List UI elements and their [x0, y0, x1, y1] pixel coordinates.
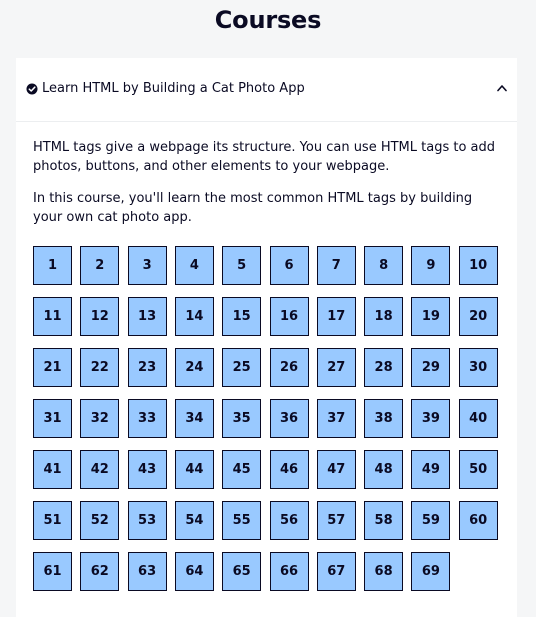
step-button[interactable]: 7 [316, 246, 356, 285]
step-button[interactable]: 30 [458, 348, 498, 387]
course-description-intro: HTML tags give a webpage its structure. … [33, 140, 496, 174]
step-button[interactable]: 63 [127, 552, 167, 591]
step-button[interactable]: 23 [127, 348, 167, 387]
step-button[interactable]: 15 [222, 297, 262, 336]
step-button[interactable]: 58 [364, 501, 404, 540]
step-button[interactable]: 3 [127, 246, 167, 285]
step-button[interactable]: 42 [80, 450, 120, 489]
step-button[interactable]: 49 [411, 450, 451, 489]
step-button[interactable]: 47 [316, 450, 356, 489]
step-button[interactable]: 39 [411, 399, 451, 438]
step-button[interactable]: 2 [80, 246, 120, 285]
step-button[interactable]: 21 [33, 348, 72, 387]
step-button[interactable]: 44 [174, 450, 214, 489]
step-button[interactable]: 62 [80, 552, 120, 591]
step-button[interactable]: 66 [269, 552, 309, 591]
step-button[interactable]: 17 [316, 297, 356, 336]
step-button[interactable]: 64 [174, 552, 214, 591]
step-button[interactable]: 1 [33, 246, 72, 285]
step-button[interactable]: 8 [364, 246, 404, 285]
step-button[interactable]: 55 [222, 501, 262, 540]
step-button[interactable]: 16 [269, 297, 309, 336]
step-button[interactable]: 13 [127, 297, 167, 336]
step-button[interactable]: 60 [458, 501, 498, 540]
step-button[interactable]: 27 [316, 348, 356, 387]
step-button[interactable]: 33 [127, 399, 167, 438]
step-button[interactable]: 46 [269, 450, 309, 489]
step-button[interactable]: 50 [458, 450, 498, 489]
page-title: Courses [214, 6, 322, 34]
course-block: Learn HTML by Building a Cat Photo App H… [16, 58, 517, 617]
course-block-header[interactable]: Learn HTML by Building a Cat Photo App [16, 58, 517, 122]
step-button[interactable]: 14 [174, 297, 214, 336]
step-button[interactable]: 61 [33, 552, 72, 591]
step-button[interactable]: 20 [458, 297, 498, 336]
step-button[interactable]: 29 [411, 348, 451, 387]
step-button[interactable]: 6 [269, 246, 309, 285]
step-button[interactable]: 18 [364, 297, 404, 336]
step-button[interactable]: 32 [80, 399, 120, 438]
step-button[interactable]: 65 [222, 552, 262, 591]
course-block-title: Learn HTML by Building a Cat Photo App [42, 81, 305, 96]
step-button[interactable]: 41 [33, 450, 72, 489]
check-circle-icon [26, 83, 38, 95]
step-button[interactable]: 11 [33, 297, 72, 336]
step-button[interactable]: 37 [316, 399, 356, 438]
step-button[interactable]: 25 [222, 348, 262, 387]
step-button[interactable]: 4 [174, 246, 214, 285]
step-button[interactable]: 54 [174, 501, 214, 540]
step-button[interactable]: 24 [174, 348, 214, 387]
step-button[interactable]: 19 [411, 297, 451, 336]
step-button[interactable]: 68 [364, 552, 404, 591]
step-button[interactable]: 45 [222, 450, 262, 489]
step-button[interactable]: 34 [174, 399, 214, 438]
step-button[interactable]: 5 [222, 246, 262, 285]
step-button[interactable]: 51 [33, 501, 72, 540]
step-button[interactable]: 43 [127, 450, 167, 489]
step-button[interactable]: 22 [80, 348, 120, 387]
step-button[interactable]: 57 [316, 501, 356, 540]
step-button[interactable]: 56 [269, 501, 309, 540]
caret-up-icon[interactable] [497, 84, 507, 92]
step-button[interactable]: 10 [458, 246, 498, 285]
step-button[interactable]: 36 [269, 399, 309, 438]
step-button[interactable]: 52 [80, 501, 120, 540]
step-button[interactable]: 28 [364, 348, 404, 387]
step-button[interactable]: 12 [80, 297, 120, 336]
course-description-details: In this course, you'll learn the most co… [33, 191, 473, 225]
step-button[interactable]: 31 [33, 399, 72, 438]
step-button[interactable]: 69 [411, 552, 451, 591]
step-button[interactable]: 53 [127, 501, 167, 540]
step-button[interactable]: 38 [364, 399, 404, 438]
step-button[interactable]: 9 [411, 246, 451, 285]
step-button[interactable]: 67 [316, 552, 356, 591]
step-button[interactable]: 35 [222, 399, 262, 438]
courses-page: Courses Learn HTML by Building a Cat Pho… [0, 0, 536, 617]
step-button[interactable]: 59 [411, 501, 451, 540]
step-button[interactable]: 26 [269, 348, 309, 387]
step-button[interactable]: 40 [458, 399, 498, 438]
step-button[interactable]: 48 [364, 450, 404, 489]
